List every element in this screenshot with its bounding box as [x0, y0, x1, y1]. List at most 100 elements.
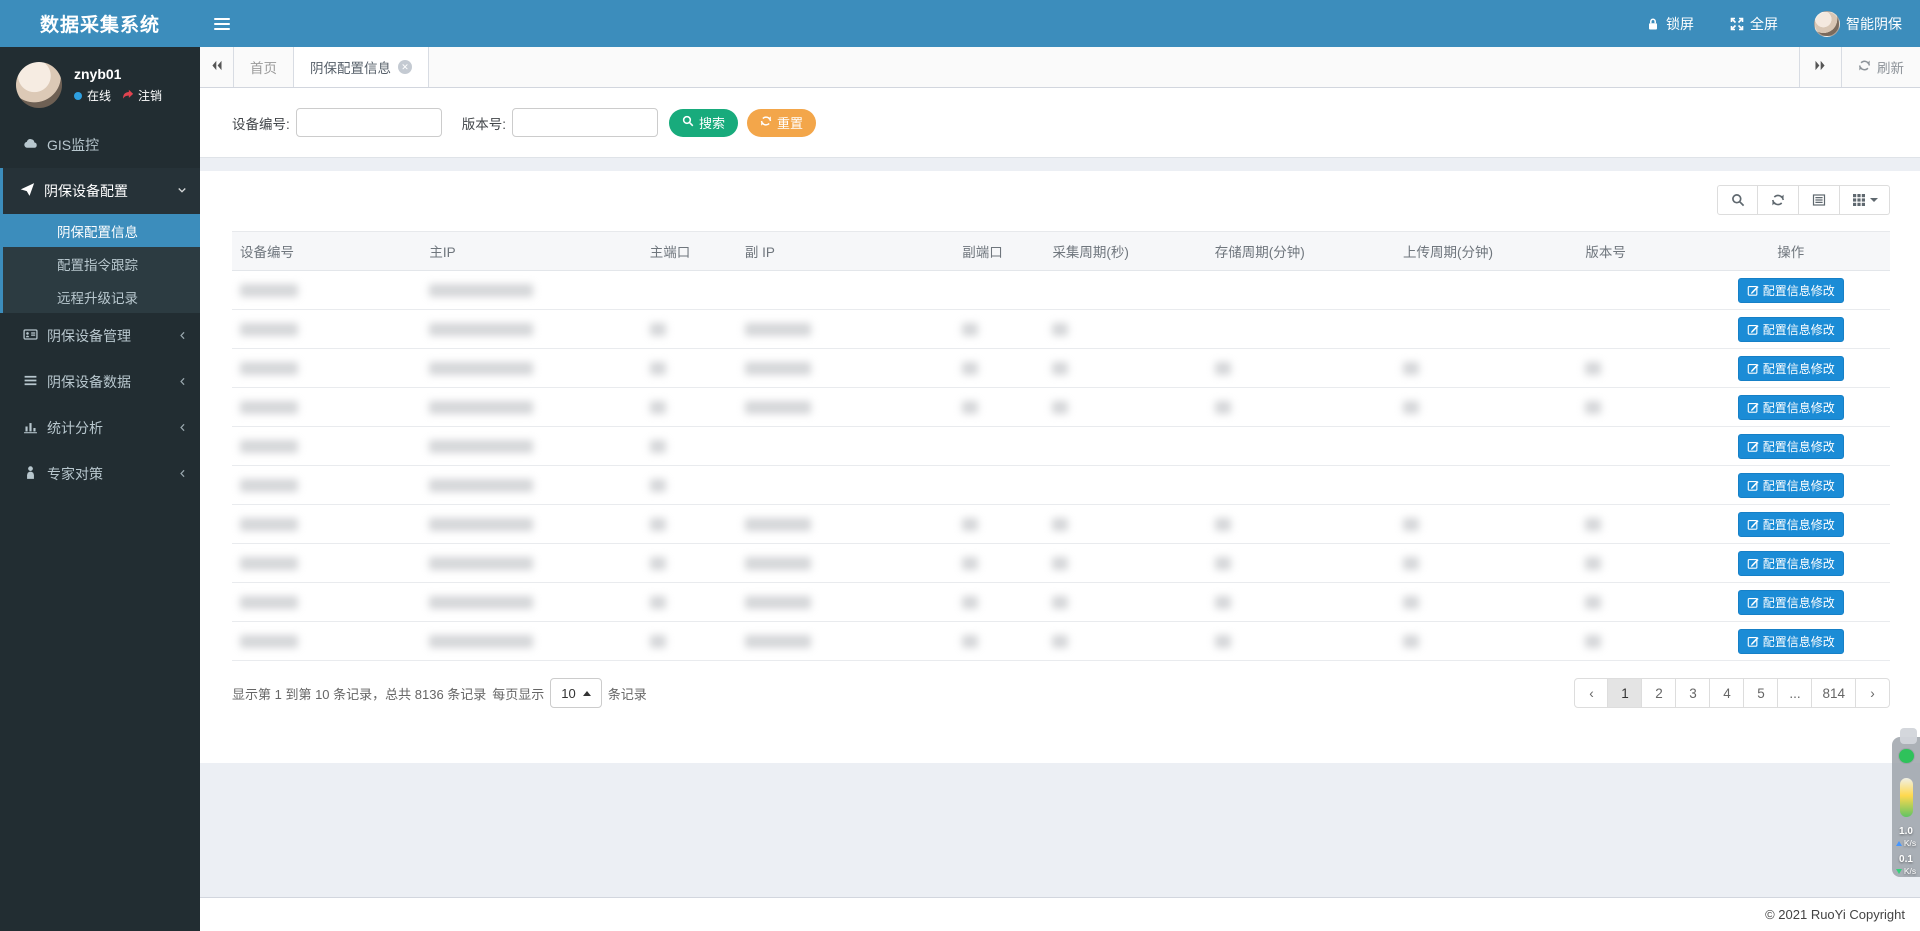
page-button-4[interactable]: 4 [1710, 678, 1744, 708]
table-cell-redacted [642, 544, 737, 583]
logout-button[interactable]: 注销 [122, 87, 162, 104]
table-cell-redacted [1207, 583, 1395, 622]
tab-home[interactable]: 首页 [234, 47, 294, 87]
table-row: 配置信息修改 [232, 388, 1890, 427]
chevron-left-icon [177, 466, 188, 482]
table-cell-redacted [421, 583, 641, 622]
modify-config-button[interactable]: 配置信息修改 [1738, 629, 1844, 654]
col-device-no: 设备编号 [232, 232, 421, 271]
page-footer: © 2021 RuoYi Copyright [200, 897, 1920, 931]
lock-icon [1646, 17, 1660, 31]
sidebar-item-gis[interactable]: GIS监控 [0, 122, 200, 168]
table-row: 配置信息修改 [232, 583, 1890, 622]
table-cell-redacted [1395, 388, 1577, 427]
sidebar-item-device-config[interactable]: 阴保设备配置 [3, 168, 200, 214]
table-cell-redacted [954, 388, 1044, 427]
table-cell-redacted [737, 271, 954, 310]
sidebar-item-command-trace[interactable]: 配置指令跟踪 [3, 247, 200, 280]
upload-speed-value: 1.0 [1896, 826, 1916, 839]
table-cell-action: 配置信息修改 [1692, 310, 1890, 349]
table-cell-redacted [421, 505, 641, 544]
modify-config-button[interactable]: 配置信息修改 [1738, 395, 1844, 420]
table-cell-redacted [1207, 310, 1395, 349]
detail-view-icon [1812, 193, 1826, 207]
pagination-info: 显示第 1 到第 10 条记录，总共 8136 条记录 [232, 684, 486, 703]
table-cell-redacted [954, 349, 1044, 388]
table-cell-redacted [1044, 388, 1206, 427]
table-cell-redacted [421, 388, 641, 427]
col-collect-period: 采集周期(秒) [1044, 232, 1206, 271]
table-cell-redacted [642, 310, 737, 349]
col-store-period: 存储周期(分钟) [1207, 232, 1395, 271]
table-cell-redacted [232, 388, 421, 427]
table-row: 配置信息修改 [232, 544, 1890, 583]
version-input[interactable] [512, 108, 658, 137]
sidebar-item-device-data[interactable]: 阴保设备数据 [0, 359, 200, 405]
table-cell-redacted [421, 271, 641, 310]
tab-scroll-left-button[interactable] [200, 47, 234, 87]
modify-config-button[interactable]: 配置信息修改 [1738, 551, 1844, 576]
lock-screen-button[interactable]: 锁屏 [1628, 0, 1712, 47]
col-action: 操作 [1692, 232, 1890, 271]
table-cell-redacted [737, 622, 954, 661]
modify-config-button[interactable]: 配置信息修改 [1738, 434, 1844, 459]
table-cell-redacted [1395, 505, 1577, 544]
page-button-3[interactable]: 3 [1676, 678, 1710, 708]
modify-config-button[interactable]: 配置信息修改 [1738, 473, 1844, 498]
table-refresh-button[interactable] [1758, 185, 1799, 215]
tab-config-info[interactable]: 阴保配置信息 ✕ [294, 47, 429, 87]
refresh-tab-button[interactable]: 刷新 [1841, 47, 1920, 87]
app-logo[interactable]: 数据采集系统 [0, 0, 200, 47]
page-prev-button[interactable]: ‹ [1574, 678, 1608, 708]
page-next-button[interactable]: › [1856, 678, 1890, 708]
reset-button[interactable]: 重置 [747, 109, 816, 137]
table-cell-redacted [737, 505, 954, 544]
table-columns-button[interactable] [1840, 185, 1890, 215]
modify-config-button[interactable]: 配置信息修改 [1738, 590, 1844, 615]
net-speed-widget[interactable]: 1.0 K/s 0.1 K/s [1892, 737, 1920, 877]
sidebar-item-remote-upgrade[interactable]: 远程升级记录 [3, 280, 200, 313]
refresh-icon [1771, 193, 1785, 207]
sidebar-item-statistics[interactable]: 统计分析 [0, 405, 200, 451]
page-button-1[interactable]: 1 [1608, 678, 1642, 708]
net-widget-handle[interactable] [1900, 728, 1917, 744]
table-cell-redacted [642, 466, 737, 505]
table-panel: 设备编号 主IP 主端口 副 IP 副端口 采集周期(秒) 存储周期(分钟) 上… [200, 171, 1920, 763]
modify-config-button[interactable]: 配置信息修改 [1738, 278, 1844, 303]
modify-config-button[interactable]: 配置信息修改 [1738, 512, 1844, 537]
sidebar-item-device-manage[interactable]: 阴保设备管理 [0, 313, 200, 359]
col-sub-ip: 副 IP [737, 232, 954, 271]
table-cell-redacted [1207, 271, 1395, 310]
user-menu[interactable]: 智能阴保 [1796, 0, 1920, 47]
table-detail-view-button[interactable] [1799, 185, 1840, 215]
sidebar-item-config-info[interactable]: 阴保配置信息 [3, 214, 200, 247]
page-ellipsis[interactable]: ... [1778, 678, 1812, 708]
table-cell-redacted [642, 583, 737, 622]
double-left-icon [210, 59, 223, 75]
page-size-select[interactable]: 10 [550, 678, 601, 708]
page-button-814[interactable]: 814 [1812, 678, 1856, 708]
user-avatar [1814, 11, 1840, 37]
page-button-5[interactable]: 5 [1744, 678, 1778, 708]
chevron-left-icon [177, 420, 188, 436]
table-cell-redacted [232, 427, 421, 466]
sidebar-menu: GIS监控 阴保设备配置 阴保配置信息 配置指令跟踪 远程升级记录 [0, 122, 200, 497]
tab-scroll-right-button[interactable] [1799, 47, 1841, 87]
tab-close-icon[interactable]: ✕ [398, 60, 412, 74]
page-button-2[interactable]: 2 [1642, 678, 1676, 708]
sidebar-item-expert[interactable]: 专家对策 [0, 451, 200, 497]
pagination: ‹12345...814› [1574, 678, 1890, 708]
table-cell-redacted [1044, 622, 1206, 661]
hamburger-icon [214, 15, 230, 33]
table-cell-redacted [1395, 544, 1577, 583]
device-no-input[interactable] [296, 108, 442, 137]
sidebar-toggle-button[interactable] [200, 0, 244, 47]
table-cell-redacted [1577, 349, 1691, 388]
table-cell-redacted [232, 349, 421, 388]
modify-config-button[interactable]: 配置信息修改 [1738, 317, 1844, 342]
table-search-button[interactable] [1717, 185, 1758, 215]
table-cell-redacted [1044, 271, 1206, 310]
modify-config-button[interactable]: 配置信息修改 [1738, 356, 1844, 381]
search-button[interactable]: 搜索 [669, 109, 738, 137]
fullscreen-button[interactable]: 全屏 [1712, 0, 1796, 47]
